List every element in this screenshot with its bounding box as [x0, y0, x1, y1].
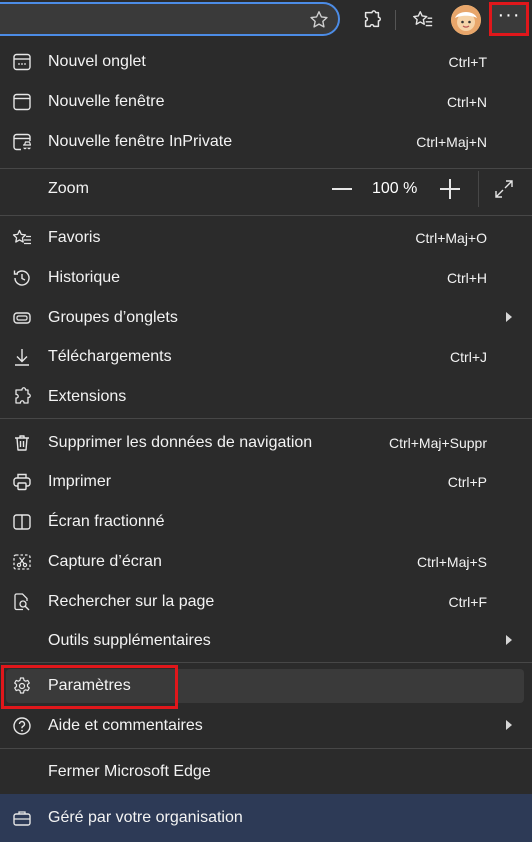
shortcut-label: Ctrl+J [450, 349, 487, 365]
menu-item-new-tab[interactable]: Nouvel onglet Ctrl+T [0, 42, 532, 82]
shortcut-label: Ctrl+Maj+S [416, 554, 487, 570]
menu-label: Imprimer [48, 473, 112, 490]
menu-label: Capture d’écran [48, 553, 162, 570]
menu-divider [0, 748, 532, 749]
menu-label: Nouvel onglet [48, 53, 146, 70]
new-tab-icon [12, 52, 32, 72]
more-button[interactable]: ··· [489, 2, 529, 36]
history-icon [12, 268, 32, 288]
menu-item-new-window[interactable]: Nouvelle fenêtre Ctrl+N [0, 82, 532, 122]
screenshot-icon [12, 552, 32, 572]
menu-item-history[interactable]: Historique Ctrl+H [0, 258, 532, 298]
chevron-right-icon [506, 635, 512, 645]
menu-item-print[interactable]: Imprimer Ctrl+P [0, 462, 532, 502]
menu-label: Rechercher sur la page [48, 593, 215, 610]
menu-label: Géré par votre organisation [48, 809, 243, 826]
menu-label: Extensions [48, 388, 127, 405]
help-icon [12, 716, 32, 736]
menu-divider [0, 215, 532, 216]
shortcut-label: Ctrl+P [447, 474, 487, 490]
avatar[interactable] [451, 5, 481, 35]
chevron-right-icon [506, 720, 512, 730]
fullscreen-icon[interactable] [494, 179, 514, 199]
menu-item-extensions[interactable]: Extensions [0, 377, 532, 417]
menu-item-find[interactable]: Rechercher sur la page Ctrl+F [0, 582, 532, 622]
menu-label: Fermer Microsoft Edge [48, 763, 211, 780]
shortcut-label: Ctrl+F [448, 594, 488, 610]
menu-item-help[interactable]: Aide et commentaires [0, 706, 532, 746]
zoom-out-button[interactable] [332, 188, 352, 190]
favorites-icon [12, 228, 32, 248]
menu-label: Écran fractionné [48, 513, 165, 530]
menu-item-zoom: Zoom 100 % [0, 169, 532, 209]
zoom-label: Zoom [48, 180, 89, 197]
download-icon [12, 347, 32, 367]
menu-item-new-inprivate[interactable]: Nouvelle fenêtre InPrivate Ctrl+Maj+N [0, 122, 532, 162]
window-icon [12, 92, 32, 112]
zoom-value: 100 % [372, 180, 418, 197]
menu-item-clear-data[interactable]: Supprimer les données de navigation Ctrl… [0, 423, 532, 463]
menu-item-close[interactable]: Fermer Microsoft Edge [0, 752, 532, 792]
menu-item-split-screen[interactable]: Écran fractionné [0, 502, 532, 542]
printer-icon [12, 472, 32, 492]
shortcut-label: Ctrl+Maj+Suppr [388, 435, 487, 451]
menu-item-screenshot[interactable]: Capture d’écran Ctrl+Maj+S [0, 542, 532, 582]
star-outline-icon[interactable] [308, 9, 330, 31]
browser-toolbar: ··· [0, 0, 532, 40]
menu-divider [0, 662, 532, 663]
zoom-divider [478, 171, 479, 207]
briefcase-icon [12, 808, 32, 828]
shortcut-label: Ctrl+Maj+O [415, 230, 487, 246]
managed-by-org-banner[interactable]: Géré par votre organisation [0, 794, 532, 842]
menu-label: Nouvelle fenêtre InPrivate [48, 133, 233, 150]
highlight-box [1, 665, 178, 709]
shortcut-label: Ctrl+T [448, 54, 488, 70]
puzzle-icon[interactable] [356, 4, 388, 36]
menu-label: Historique [48, 269, 121, 286]
zoom-in-button[interactable] [440, 179, 460, 199]
menu-divider [0, 418, 532, 419]
menu-label: Favoris [48, 229, 101, 246]
menu-item-more-tools[interactable]: Outils supplémentaires [0, 621, 532, 661]
menu-item-favorites[interactable]: Favoris Ctrl+Maj+O [0, 218, 532, 258]
chevron-right-icon [506, 312, 512, 322]
settings-menu: Nouvel onglet Ctrl+T Nouvelle fenêtre Ct… [0, 40, 532, 842]
puzzle-icon [12, 387, 32, 407]
menu-label: Nouvelle fenêtre [48, 93, 165, 110]
menu-item-downloads[interactable]: Téléchargements Ctrl+J [0, 337, 532, 377]
shortcut-label: Ctrl+Maj+N [416, 134, 487, 150]
split-screen-icon [12, 512, 32, 532]
favorites-icon[interactable] [407, 4, 439, 36]
find-on-page-icon [12, 592, 32, 612]
toolbar-divider [395, 10, 396, 30]
more-icon: ··· [497, 4, 521, 26]
inprivate-icon [12, 132, 32, 152]
shortcut-label: Ctrl+H [446, 270, 487, 286]
menu-label: Aide et commentaires [48, 717, 203, 734]
address-bar[interactable] [0, 2, 340, 36]
shortcut-label: Ctrl+N [446, 94, 487, 110]
menu-item-tab-groups[interactable]: Groupes d’onglets [0, 298, 532, 338]
menu-label: Supprimer les données de navigation [48, 434, 313, 451]
menu-label: Groupes d’onglets [48, 309, 178, 326]
tab-groups-icon [12, 308, 32, 328]
trash-icon [12, 433, 32, 453]
menu-label: Outils supplémentaires [48, 632, 211, 649]
menu-label: Téléchargements [48, 348, 172, 365]
